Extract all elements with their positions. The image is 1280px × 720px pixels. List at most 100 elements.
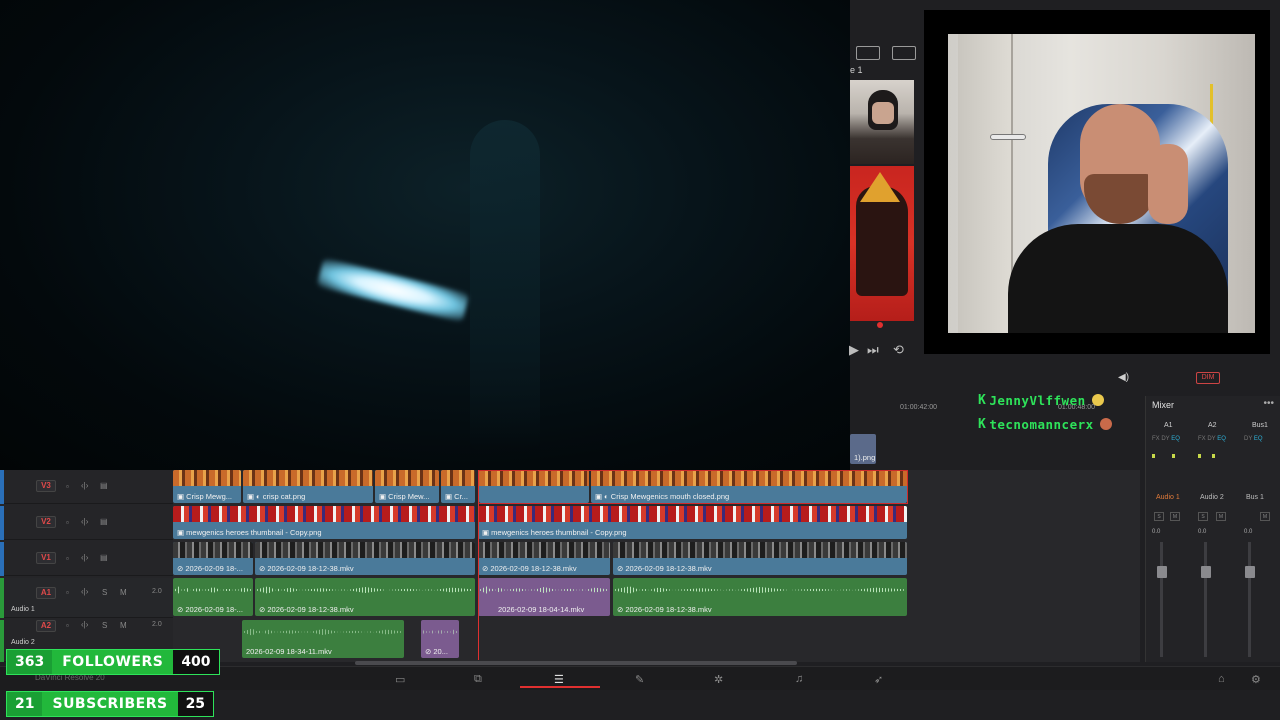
viewer-playhead-marker <box>877 322 883 328</box>
fairlight-page-icon[interactable]: ♫ <box>795 673 803 685</box>
viewer-toolbar <box>850 40 930 64</box>
video-preview[interactable] <box>0 0 850 470</box>
chat-message: K tecnomanncerx <box>978 412 1148 436</box>
timeline-clip[interactable]: ▣ Crisp Mewg... <box>173 470 241 503</box>
mute-button[interactable]: M <box>120 588 127 597</box>
track-header-v3[interactable]: V3 ▫ ‹|› ▤ <box>0 470 173 504</box>
track-visibility-icon[interactable]: ▤ <box>100 517 108 526</box>
home-icon[interactable]: ⌂ <box>1218 673 1225 685</box>
timeline-clip[interactable]: ▣ ◐ crisp cat.png <box>243 470 373 503</box>
mixer-fx-row-1[interactable]: FX DY EQ <box>1152 436 1180 442</box>
audio-clip[interactable]: 2026-02-09 18-34-11.mkv <box>242 620 404 658</box>
media-page-icon[interactable]: ▭ <box>395 673 405 686</box>
mixer-title: Mixer <box>1152 400 1174 410</box>
timeline-clip[interactable]: ⊘ 2026-02-09 18-12-38.mkv <box>478 542 610 575</box>
timeline-clip[interactable]: ⊘ 2026-02-09 18-12-38.mkv <box>613 542 907 575</box>
lock-icon[interactable]: ▫ <box>66 621 69 630</box>
meter <box>1198 454 1201 458</box>
solo-button[interactable]: S <box>102 588 107 597</box>
chat-username: tecnomanncerx <box>989 416 1094 432</box>
lock-icon[interactable]: ▫ <box>66 554 69 563</box>
audio-clip[interactable]: ⊘ 2026-02-09 18-12-38.mkv <box>255 578 475 616</box>
lock-icon[interactable]: ▫ <box>66 518 69 527</box>
fader-track <box>1248 542 1251 657</box>
track-header-v1[interactable]: V1 ▫ ‹|› ▤ <box>0 542 173 576</box>
audio-clip[interactable]: ⊘ 2026-02-09 18-... <box>173 578 253 616</box>
speaker-icon[interactable]: ◀) <box>1118 372 1129 383</box>
lock-icon[interactable]: ▫ <box>66 588 69 597</box>
solo-button[interactable]: S <box>102 621 107 630</box>
fader-knob[interactable] <box>1201 566 1211 578</box>
loop-icon[interactable]: ⟲ <box>893 342 904 358</box>
mixer-fx-row-2[interactable]: FX DY EQ <box>1198 436 1226 442</box>
solo-button[interactable]: S <box>1198 512 1208 521</box>
auto-select-icon[interactable]: ‹|› <box>81 587 88 596</box>
track-id[interactable]: V3 <box>36 480 56 492</box>
settings-gear-icon[interactable]: ⚙ <box>1251 673 1261 686</box>
timeline-clip[interactable]: ▣ mewgenics heroes thumbnail - Copy.png <box>173 506 475 539</box>
lock-icon[interactable]: ▫ <box>66 482 69 491</box>
track-id[interactable]: V2 <box>36 516 56 528</box>
mixer-panel: Mixer ••• A1 A2 Bus1 FX DY EQ FX DY EQ D… <box>1145 396 1280 662</box>
track-headers: V3 ▫ ‹|› ▤ V2 ▫ ‹|› ▤ V1 ▫ ‹|› ▤ A1 ▫ ‹|… <box>0 470 173 662</box>
play-icon[interactable]: ▶ <box>849 342 859 358</box>
media-thumbnail-person[interactable] <box>850 80 914 164</box>
timeline-clip[interactable]: ⊘ 2026-02-09 18-... <box>173 542 253 575</box>
fader-value: 0.0 <box>1244 529 1253 535</box>
audio-clip[interactable]: ⊘ 20... <box>421 620 459 658</box>
track-id[interactable]: A1 <box>36 587 56 599</box>
webcam-feed <box>948 34 1255 333</box>
cut-page-icon[interactable]: ⧉ <box>474 673 482 686</box>
chat-username: JennyVlffwen <box>989 392 1086 408</box>
track-visibility-icon[interactable]: ▤ <box>100 481 108 490</box>
mute-button[interactable]: M <box>1260 512 1270 521</box>
more-icon[interactable]: ••• <box>1263 398 1274 409</box>
track-id[interactable]: A2 <box>36 620 56 632</box>
mixer-fx-row-3[interactable]: DY EQ <box>1244 436 1263 442</box>
media-thumbnail-red-art[interactable] <box>850 166 914 321</box>
timeline-scrollbar[interactable] <box>355 661 797 665</box>
chat-overlay: K JennyVlffwen K tecnomanncerx <box>978 388 1148 436</box>
fusion-page-icon[interactable]: ✎ <box>635 673 644 686</box>
solo-button[interactable]: S <box>1154 512 1164 521</box>
mute-button[interactable]: M <box>120 621 127 630</box>
track-volume: 2.0 <box>152 588 162 595</box>
next-icon[interactable]: ⏭ <box>867 342 879 358</box>
deliver-page-icon[interactable]: ➶ <box>874 673 883 686</box>
meter <box>1212 454 1215 458</box>
color-page-icon[interactable]: ✲ <box>714 673 723 686</box>
mixer-strip-audio1: Audio 1 <box>1156 494 1180 501</box>
followers-count: 363 <box>7 650 53 674</box>
mute-button[interactable]: M <box>1216 512 1226 521</box>
fader-knob[interactable] <box>1245 566 1255 578</box>
mixer-strip-bus1: Bus 1 <box>1246 494 1264 501</box>
track-name[interactable]: Audio 1 <box>11 606 35 613</box>
followers-label: FOLLOWERS <box>52 650 174 674</box>
mute-button[interactable]: M <box>1170 512 1180 521</box>
timeline-clip[interactable]: ⊘ 2026-02-09 18-12-38.mkv <box>255 542 475 575</box>
audio-clip[interactable]: ⊘ 2026-02-09 18-12-38.mkv <box>613 578 907 616</box>
fader-knob[interactable] <box>1157 566 1167 578</box>
track-id[interactable]: V1 <box>36 552 56 564</box>
timeline-name[interactable]: e 1 <box>850 65 863 75</box>
track-visibility-icon[interactable]: ▤ <box>100 553 108 562</box>
mixer-channel-a1: A1 <box>1164 422 1173 429</box>
track-name[interactable]: Audio 2 <box>11 639 35 646</box>
track-header-v2[interactable]: V2 ▫ ‹|› ▤ <box>0 506 173 540</box>
timeline-clip[interactable]: ▣ mewgenics heroes thumbnail - Copy.png <box>478 506 907 539</box>
timeline-clip[interactable]: 1).png <box>850 434 876 464</box>
timeline-clip[interactable]: ▣ Crisp Mew... <box>375 470 439 503</box>
audio-clip[interactable]: 2026-02-09 18-04-14.mkv <box>478 578 610 616</box>
track-header-a1[interactable]: A1 ▫ ‹|› S M 2.0 Audio 1 <box>0 578 173 618</box>
auto-select-icon[interactable]: ‹|› <box>81 481 88 490</box>
viewer-mode-icon[interactable] <box>856 46 880 60</box>
viewer-layout-icon[interactable] <box>892 46 916 60</box>
mixer-channel-bus1: Bus1 <box>1252 422 1268 429</box>
auto-select-icon[interactable]: ‹|› <box>81 620 88 629</box>
dim-button[interactable]: DIM <box>1196 372 1220 384</box>
preview-figure <box>470 120 540 450</box>
timeline-clip[interactable]: ▣ Cr... <box>441 470 475 503</box>
auto-select-icon[interactable]: ‹|› <box>81 517 88 526</box>
timeline-playhead[interactable] <box>478 470 479 660</box>
auto-select-icon[interactable]: ‹|› <box>81 553 88 562</box>
